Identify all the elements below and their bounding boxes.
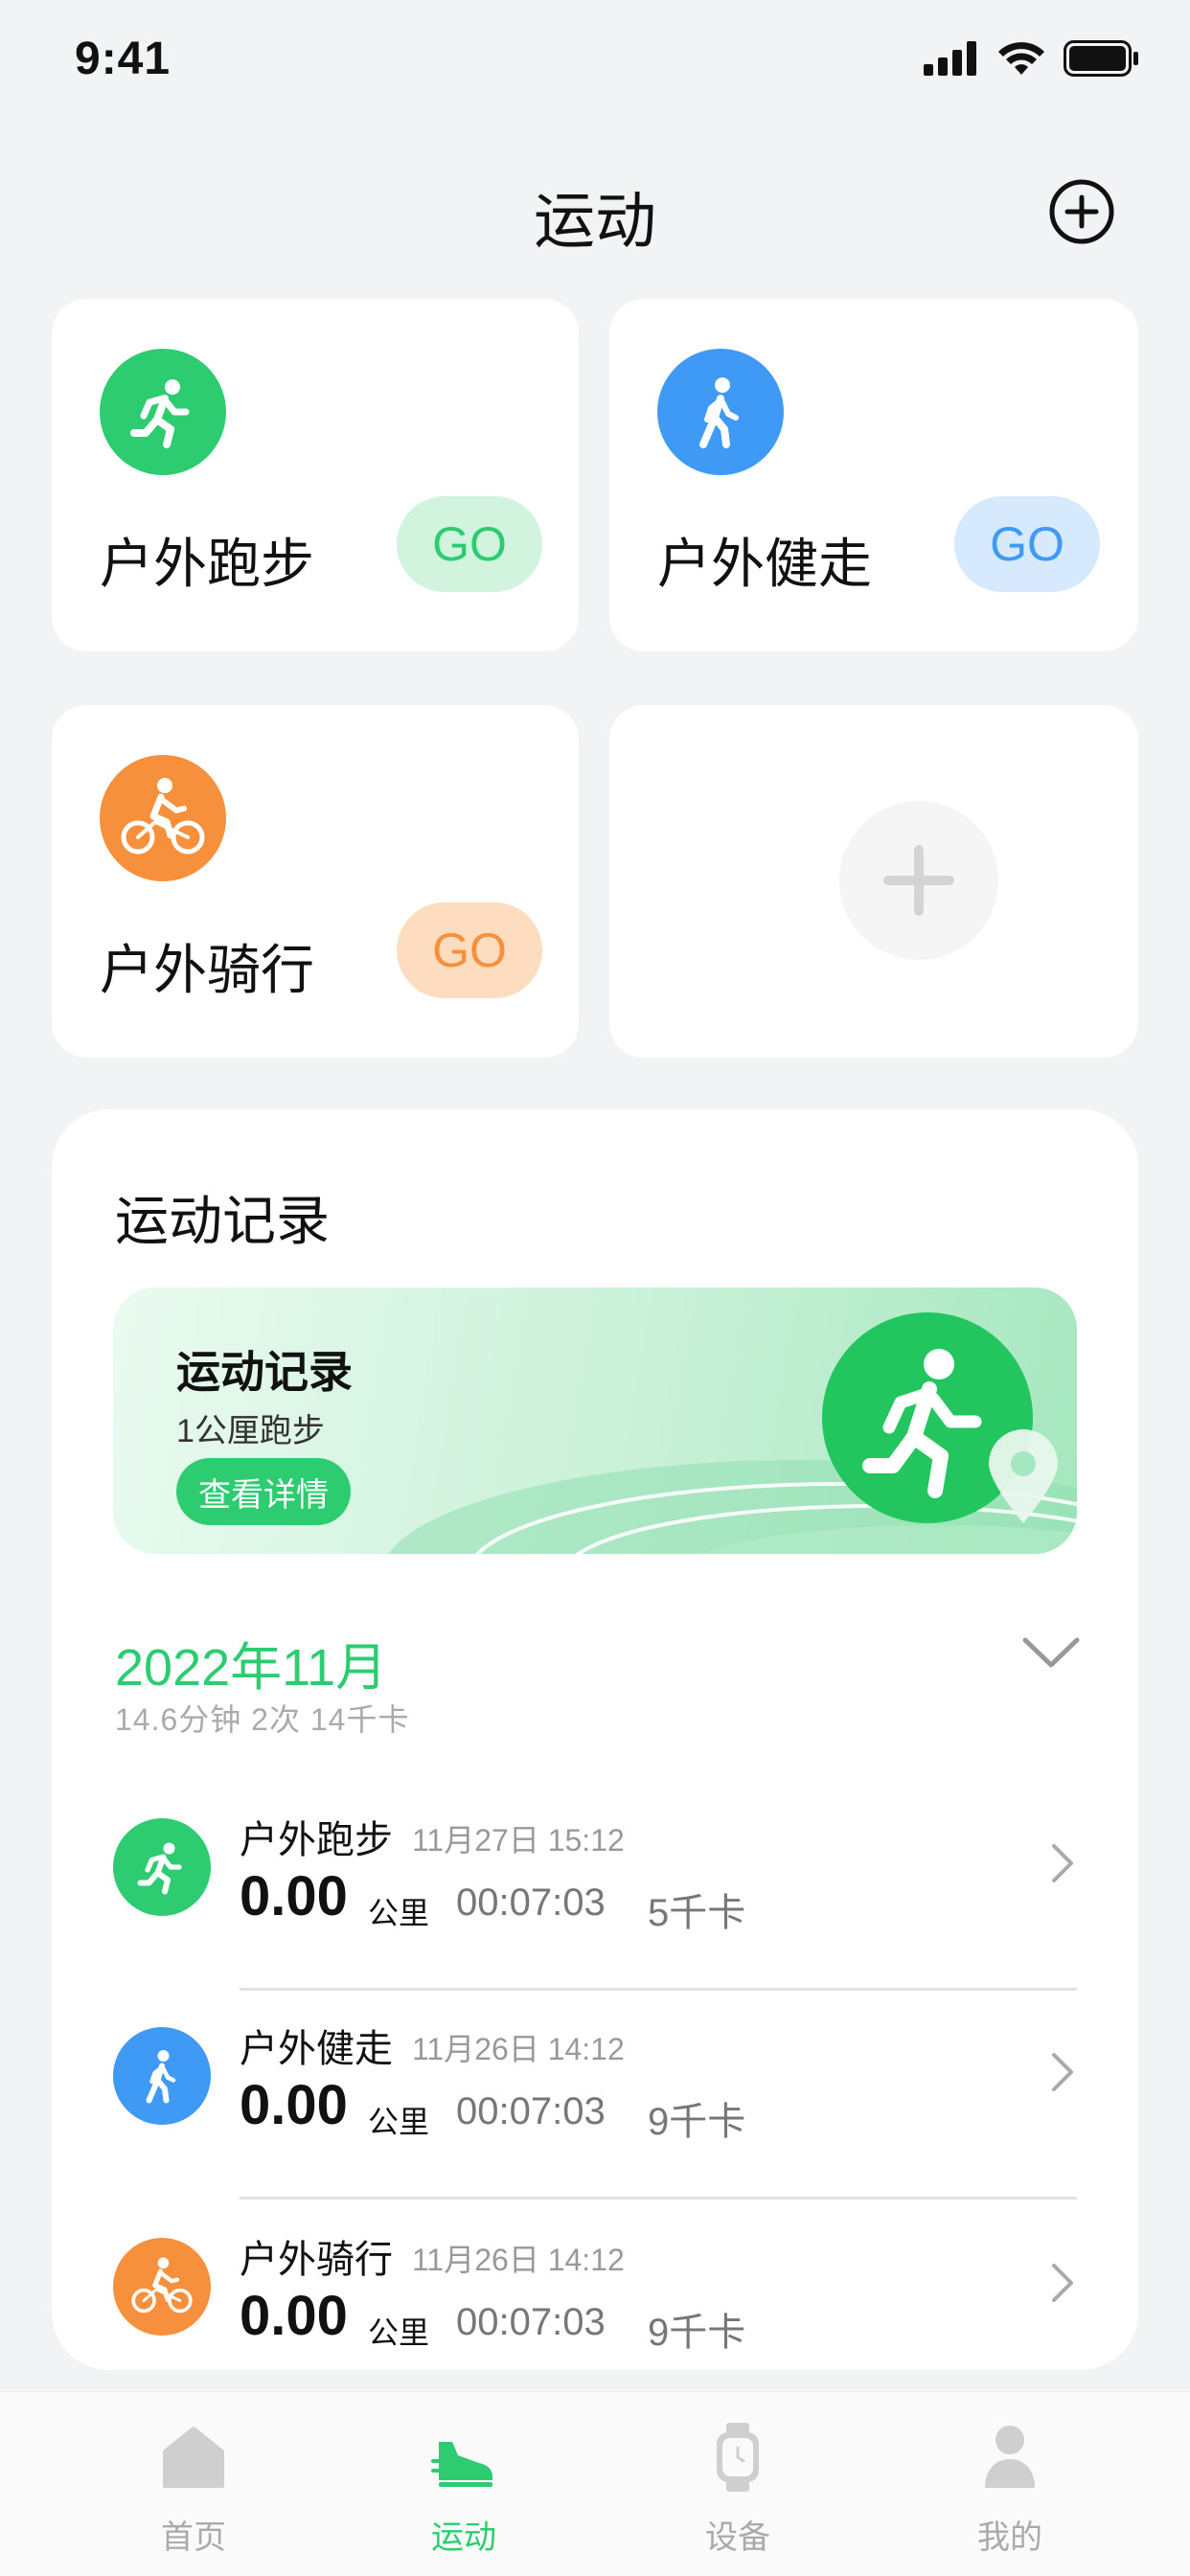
tab-device[interactable]: 设备 bbox=[642, 2392, 834, 2576]
home-icon bbox=[163, 2427, 224, 2488]
record-calories: 9千卡 bbox=[648, 2101, 746, 2143]
record-unit: 公里 bbox=[368, 1896, 430, 1930]
chevron-right-icon bbox=[1052, 1844, 1073, 1882]
record-time: 11月27日 15:12 bbox=[412, 1823, 625, 1858]
sport-card-cycling[interactable]: 户外骑行 GO bbox=[52, 705, 579, 1058]
person-icon bbox=[985, 2426, 1035, 2488]
view-details-button[interactable]: 查看详情 bbox=[176, 1458, 351, 1525]
tab-label: 设备 bbox=[705, 2519, 770, 2556]
bike-icon bbox=[100, 755, 226, 881]
sport-card-label: 户外健走 bbox=[657, 534, 872, 594]
record-name: 户外跑步 bbox=[240, 1819, 393, 1861]
record-row[interactable]: 户外健走 11月26日 14:12 0.00 公里 00:07:03 9千卡 bbox=[52, 1991, 1138, 2200]
go-button-walking[interactable]: GO bbox=[954, 496, 1100, 592]
banner-title: 运动记录 bbox=[176, 1347, 353, 1397]
record-name: 户外骑行 bbox=[240, 2239, 393, 2281]
walk-icon bbox=[657, 349, 784, 475]
shoe-icon bbox=[431, 2442, 492, 2487]
chevron-right-icon bbox=[1052, 2053, 1073, 2091]
signal-icon bbox=[924, 41, 976, 76]
record-time: 11月26日 14:12 bbox=[412, 2243, 625, 2277]
record-unit: 公里 bbox=[368, 2315, 430, 2350]
go-button-cycling[interactable]: GO bbox=[397, 902, 542, 998]
status-time: 9:41 bbox=[75, 34, 172, 84]
tab-label: 首页 bbox=[161, 2519, 226, 2556]
add-sport-card[interactable] bbox=[609, 705, 1138, 1058]
page-title: 运动 bbox=[534, 187, 656, 256]
add-circle-icon[interactable] bbox=[1048, 178, 1115, 245]
status-icons bbox=[924, 40, 1140, 77]
sport-card-label: 户外骑行 bbox=[100, 940, 314, 1000]
chevron-down-icon[interactable] bbox=[1019, 1634, 1083, 1673]
record-distance: 0.00 bbox=[240, 1865, 348, 1927]
record-name: 户外健走 bbox=[240, 2028, 393, 2070]
tab-bar: 首页 运动 设备 我的 bbox=[0, 2391, 1190, 2576]
tab-label: 我的 bbox=[977, 2519, 1042, 2556]
tab-profile[interactable]: 我的 bbox=[914, 2392, 1106, 2576]
banner-subtitle: 1公厘跑步 bbox=[176, 1413, 325, 1449]
record-row[interactable]: 户外骑行 11月26日 14:12 0.00 公里 00:07:03 9千卡 bbox=[52, 2201, 1138, 2410]
records-panel: 运动记录 运动记录 1公厘跑步 查看详情 2022年11月 14.6分钟 2次 … bbox=[52, 1109, 1138, 2370]
record-duration: 00:07:03 bbox=[456, 2090, 606, 2132]
status-bar: 9:41 bbox=[0, 0, 1190, 125]
walk-icon bbox=[113, 2027, 211, 2125]
run-icon bbox=[100, 349, 226, 475]
wifi-icon bbox=[998, 42, 1044, 75]
record-distance: 0.00 bbox=[240, 2285, 348, 2347]
divider bbox=[240, 2197, 1077, 2200]
record-row[interactable]: 户外跑步 11月27日 15:12 0.00 公里 00:07:03 5千卡 bbox=[52, 1782, 1138, 1991]
location-pin-icon bbox=[989, 1429, 1058, 1523]
record-time: 11月26日 14:12 bbox=[412, 2032, 625, 2066]
month-summary: 14.6分钟 2次 14千卡 bbox=[115, 1702, 410, 1737]
sport-card-walking[interactable]: 户外健走 GO bbox=[609, 299, 1138, 651]
tab-sport[interactable]: 运动 bbox=[368, 2392, 560, 2576]
bike-icon bbox=[113, 2238, 211, 2336]
add-sport-button[interactable] bbox=[839, 801, 998, 960]
month-title[interactable]: 2022年11月 bbox=[115, 1625, 387, 1700]
tab-home[interactable]: 首页 bbox=[98, 2392, 289, 2576]
record-calories: 9千卡 bbox=[648, 2312, 746, 2354]
sport-card-label: 户外跑步 bbox=[100, 534, 314, 594]
record-duration: 00:07:03 bbox=[456, 1881, 606, 1924]
sport-card-running[interactable]: 户外跑步 GO bbox=[52, 299, 579, 651]
record-calories: 5千卡 bbox=[648, 1892, 746, 1934]
run-icon bbox=[113, 1818, 211, 1916]
records-title: 运动记录 bbox=[115, 1191, 330, 1251]
record-duration: 00:07:03 bbox=[456, 2301, 606, 2343]
record-distance: 0.00 bbox=[240, 2074, 348, 2136]
watch-icon bbox=[717, 2423, 759, 2492]
tab-label: 运动 bbox=[431, 2519, 496, 2556]
plus-icon bbox=[883, 845, 954, 916]
go-button-running[interactable]: GO bbox=[397, 496, 542, 592]
records-banner[interactable]: 运动记录 1公厘跑步 查看详情 bbox=[113, 1288, 1077, 1554]
chevron-right-icon bbox=[1052, 2264, 1073, 2302]
record-unit: 公里 bbox=[368, 2105, 430, 2139]
battery-icon bbox=[1064, 40, 1138, 77]
